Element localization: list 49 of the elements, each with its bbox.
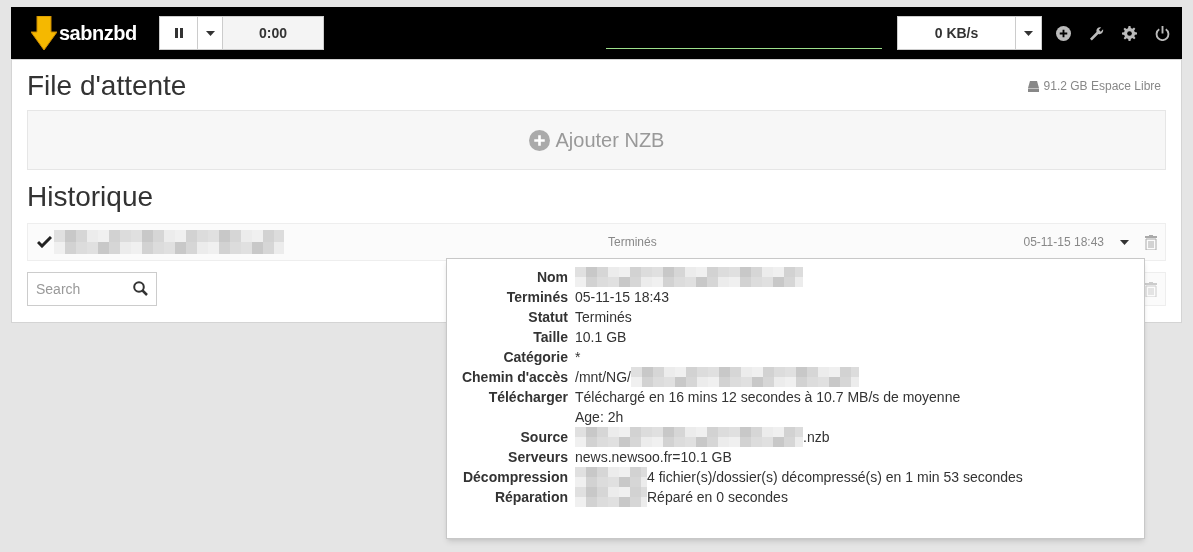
dropdown-button[interactable] [1120, 239, 1129, 245]
detail-label: Nom [535, 268, 568, 287]
detail-label: Taille [532, 328, 568, 347]
detail-value: news.newsoo.fr=10.1 GB [575, 447, 732, 467]
detail-label: Décompression [461, 468, 568, 487]
free-space-text: 91.2 GB Espace Libre [1043, 78, 1161, 95]
detail-value: Téléchargé en 16 mins 12 secondes à 10.7 MB/s de moyenne [575, 387, 961, 407]
download-arrow-icon [31, 16, 57, 50]
settings-icon[interactable] [1122, 25, 1137, 41]
detail-label: Chemin d'accès [460, 368, 568, 387]
caret-icon [1120, 239, 1129, 245]
status-text: Terminés [608, 234, 657, 251]
detail-label: Catégorie [502, 348, 568, 367]
search-field[interactable]: Search [27, 272, 157, 306]
detail-label: Télécharger [487, 388, 568, 407]
detail-label: Réparation [493, 488, 568, 507]
detail-value: Terminés [575, 307, 632, 327]
detail-label: Statut [527, 308, 568, 327]
search-icon[interactable] [133, 281, 148, 296]
detail-label: Terminés [505, 288, 568, 307]
detail-value: Age: 2h [575, 407, 624, 427]
detail-label: Source [519, 428, 568, 447]
blurred-text [575, 487, 647, 507]
hard-drive-icon [1027, 80, 1039, 92]
caret-icon [1024, 30, 1033, 36]
detail-value: * [575, 347, 581, 367]
detail-label: Serveurs [507, 448, 568, 467]
speed-text: 0 KB/s [898, 17, 1016, 49]
date-text: 05-11-15 18:43 [1023, 234, 1104, 251]
power-icon[interactable] [1155, 25, 1170, 41]
detail-value: 4 fichier(s)/dossier(s) décompressé(s) en 1 min 53 secondes [647, 467, 1023, 487]
timer-text: 0:00 [258, 23, 288, 43]
blurred-text [575, 467, 647, 487]
logo-text: sabnzbd [59, 21, 137, 46]
queue-title: File d'attente [27, 69, 187, 103]
wrench-icon[interactable] [1089, 25, 1104, 41]
caret-icon [205, 30, 215, 36]
history-title: Historique [27, 180, 155, 214]
detail-value: /mnt/NG/ [575, 367, 631, 387]
detail-value: 10.1 GB [575, 327, 627, 347]
speed-control[interactable]: 0 KB/s [897, 16, 1042, 50]
pause-button[interactable] [160, 17, 198, 49]
dropdown-button[interactable] [198, 17, 223, 49]
detail-value: 05-11-15 18:43 [575, 287, 669, 307]
detail-value: Réparé en 0 secondes [647, 487, 788, 507]
detail-value: .nzb [803, 427, 830, 447]
pause-icon [174, 28, 183, 38]
add-circle-icon [528, 129, 550, 151]
add-circle-icon[interactable] [1056, 25, 1071, 41]
